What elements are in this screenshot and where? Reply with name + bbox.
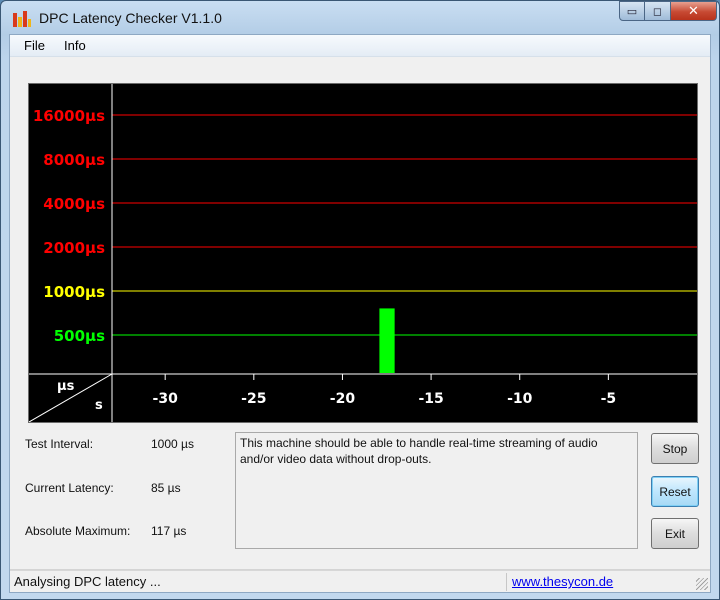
menu-file[interactable]: File — [24, 38, 45, 53]
corner-unit-s: s — [95, 398, 103, 413]
x-tick-label: -5 — [601, 391, 617, 407]
window-controls: ▭ ◻ ✕ — [619, 1, 717, 21]
client-area: File Info 16000µs 8000µs 4000µs 2000µs 1000µ… — [9, 34, 711, 593]
y-tick-label: 2000µs — [43, 239, 105, 257]
app-bars-icon — [13, 11, 31, 27]
menu-info[interactable]: Info — [64, 38, 86, 53]
current-latency-label: Current Latency: — [25, 481, 114, 495]
y-tick-label: 8000µs — [43, 151, 105, 169]
test-interval-value: 1000 µs — [151, 437, 194, 451]
x-tick-label: -30 — [153, 391, 179, 407]
reset-button[interactable]: Reset — [651, 476, 699, 507]
x-tick-label: -25 — [241, 391, 266, 407]
absolute-maximum-value: 117 µs — [151, 524, 187, 538]
maximize-button[interactable]: ◻ — [645, 1, 671, 21]
absolute-maximum-label: Absolute Maximum: — [25, 524, 131, 538]
app-window: DPC Latency Checker V1.1.0 ▭ ◻ ✕ File In… — [0, 0, 720, 600]
current-latency-value: 85 µs — [151, 481, 181, 495]
resize-grip-icon[interactable] — [696, 578, 708, 590]
corner-unit-us: µs — [57, 379, 75, 394]
status-bar: Analysing DPC latency ... www.thesycon.d… — [10, 570, 710, 592]
menu-bar: File Info — [10, 35, 710, 57]
latency-chart: 16000µs 8000µs 4000µs 2000µs 1000µs 500µs µs s -… — [28, 83, 698, 423]
status-message: This machine should be able to handle re… — [235, 432, 638, 549]
status-separator — [506, 573, 507, 591]
close-button[interactable]: ✕ — [671, 1, 717, 21]
x-tick-label: -10 — [507, 391, 533, 407]
test-interval-label: Test Interval: — [25, 437, 94, 451]
window-title: DPC Latency Checker V1.1.0 — [39, 10, 222, 26]
website-link[interactable]: www.thesycon.de — [512, 574, 613, 589]
latency-chart-svg: 16000µs 8000µs 4000µs 2000µs 1000µs 500µs µs s -… — [29, 84, 697, 422]
status-text: Analysing DPC latency ... — [14, 574, 161, 589]
y-tick-label: 500µs — [54, 327, 105, 345]
title-bar[interactable]: DPC Latency Checker V1.1.0 ▭ ◻ ✕ — [1, 1, 719, 34]
main-panel: 16000µs 8000µs 4000µs 2000µs 1000µs 500µs µs s -… — [10, 58, 710, 570]
exit-button[interactable]: Exit — [651, 518, 699, 549]
stop-button[interactable]: Stop — [651, 433, 699, 464]
x-tick-label: -20 — [330, 391, 356, 407]
y-tick-label: 1000µs — [43, 283, 105, 301]
maximize-icon: ◻ — [652, 4, 663, 18]
close-icon: ✕ — [688, 3, 699, 19]
x-tick-label: -15 — [418, 391, 443, 407]
latency-bar — [379, 308, 395, 373]
minimize-button[interactable]: ▭ — [619, 1, 645, 21]
y-tick-label: 4000µs — [43, 195, 105, 213]
minimize-icon: ▭ — [626, 4, 638, 18]
y-tick-label: 16000µs — [33, 107, 105, 125]
